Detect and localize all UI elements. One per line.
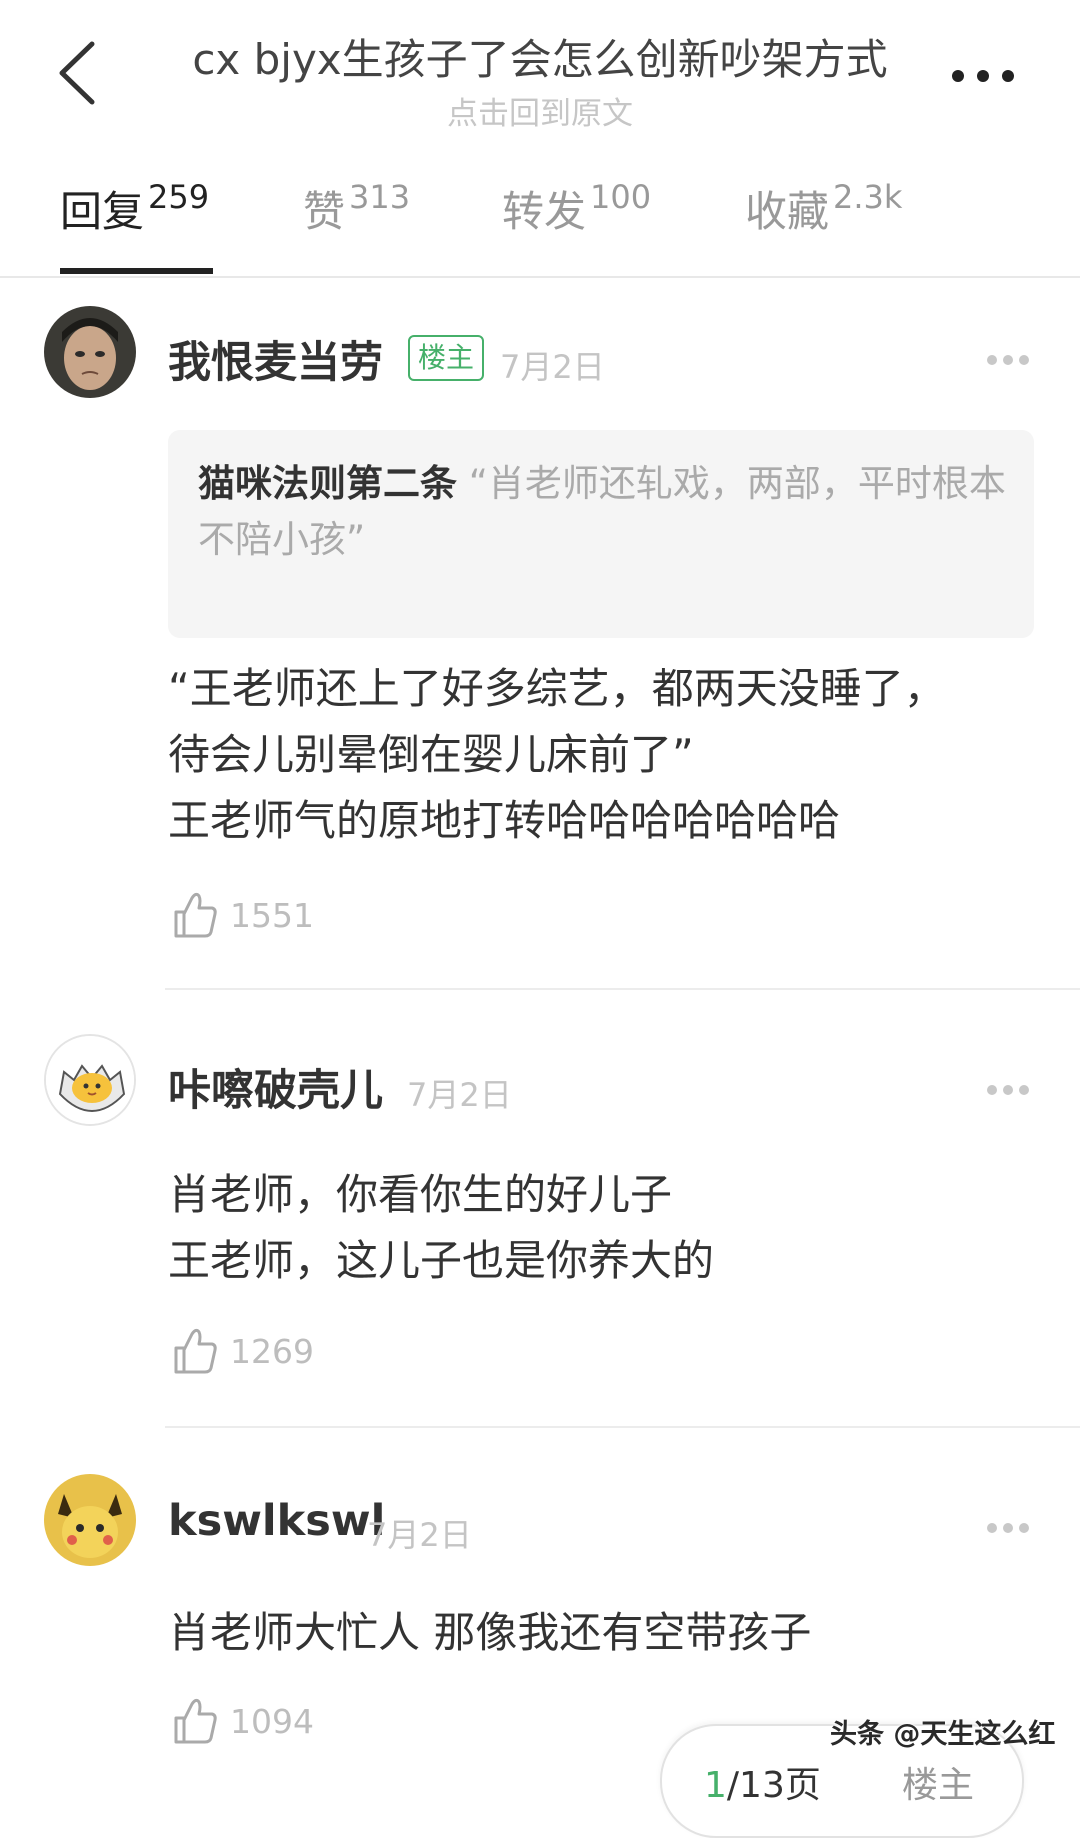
more-dots-icon (987, 355, 1029, 365)
comment-line: 肖老师大忙人 那像我还有空带孩子 (168, 1608, 812, 1657)
post-title[interactable]: cx bjyx生孩子了会怎么创新吵架方式 (150, 26, 930, 87)
tab-bar: 回复 259 赞 313 转发 100 收藏 2.3k (0, 150, 1080, 278)
comment-body: 肖老师，你看你生的好儿子 王老师，这儿子也是你养大的 (168, 1162, 1048, 1294)
more-options-button[interactable] (948, 56, 1018, 96)
avatar-image (44, 306, 136, 398)
more-dots-icon (952, 70, 1014, 82)
tab-label: 回复 (60, 187, 145, 236)
active-tab-indicator (60, 268, 213, 274)
like-button[interactable]: 1551 (172, 890, 314, 946)
op-only-filter[interactable]: 楼主 (902, 1756, 974, 1808)
comment-line: 待会儿别晕倒在婴儿床前了” (168, 730, 694, 779)
like-button[interactable]: 1094 (172, 1696, 314, 1752)
tab-replies[interactable]: 回复 259 (60, 178, 209, 248)
tab-label: 收藏 (745, 187, 830, 236)
like-count: 1551 (230, 895, 314, 935)
divider (165, 1426, 1080, 1428)
thumbs-up-icon (174, 1698, 217, 1744)
top-bar: cx bjyx生孩子了会怎么创新吵架方式 点击回到原文 (0, 0, 1080, 140)
like-count: 1094 (230, 1701, 314, 1741)
tab-likes[interactable]: 赞 313 (303, 178, 410, 248)
tab-reposts[interactable]: 转发 100 (502, 178, 651, 248)
comment-item: 我恨麦当劳 楼主 7月2日 猫咪法则第二条 “肖老师还轧戏，两部，平时根本不陪小… (0, 300, 1080, 990)
comment-more-button[interactable] (985, 1520, 1031, 1536)
comment-line: 王老师气的原地打转哈哈哈哈哈哈哈 (168, 796, 841, 845)
comment-date: 7月2日 (407, 1076, 512, 1114)
comment-more-button[interactable] (985, 352, 1031, 368)
divider (165, 988, 1080, 990)
username[interactable]: 咔嚓破壳儿 (168, 1056, 383, 1118)
tab-label: 赞 (303, 187, 346, 236)
back-arrow-icon (59, 41, 95, 105)
comment-body: 肖老师大忙人 那像我还有空带孩子 (168, 1600, 1048, 1666)
tab-count: 2.3k (833, 178, 903, 216)
tab-count: 259 (148, 178, 210, 216)
page-indicator[interactable]: 1/13页 (704, 1756, 821, 1808)
quoted-reply-text: 猫咪法则第二条 “肖老师还轧戏，两部，平时根本不陪小孩” (198, 456, 1018, 568)
current-page: 1 (704, 1765, 727, 1806)
avatar[interactable] (44, 306, 136, 398)
back-button[interactable] (52, 38, 112, 108)
tab-favorites[interactable]: 收藏 2.3k (745, 178, 902, 248)
username[interactable]: 我恨麦当劳 (168, 328, 383, 390)
comment-line: “王老师还上了好多综艺，都两天没睡了， (168, 664, 946, 713)
avatar-image (46, 1036, 134, 1124)
tab-count: 313 (349, 178, 411, 216)
more-dots-icon (987, 1523, 1029, 1533)
avatar[interactable] (44, 1034, 136, 1126)
op-badge: 楼主 (408, 335, 485, 381)
quoted-reply[interactable]: 猫咪法则第二条 “肖老师还轧戏，两部，平时根本不陪小孩” (168, 430, 1034, 638)
comment-line: 王老师，这儿子也是你养大的 (168, 1236, 715, 1285)
comment-date: 7月2日 (500, 348, 605, 386)
total-pages: /13页 (726, 1765, 821, 1806)
more-dots-icon (987, 1085, 1029, 1095)
thumbs-up-icon (174, 1328, 217, 1374)
quoted-author[interactable]: 猫咪法则第二条 (198, 462, 457, 505)
like-button[interactable]: 1269 (172, 1326, 314, 1382)
tab-label: 转发 (502, 187, 587, 236)
like-count: 1269 (230, 1331, 314, 1371)
comment-item: 咔嚓破壳儿 7月2日 肖老师，你看你生的好儿子 王老师，这儿子也是你养大的 12… (0, 1030, 1080, 1430)
comment-line: 肖老师，你看你生的好儿子 (168, 1170, 673, 1219)
username[interactable]: kswlkswl (168, 1496, 385, 1546)
back-to-original-link[interactable]: 点击回到原文 (150, 88, 930, 133)
comment-date: 7月2日 (367, 1516, 472, 1554)
avatar[interactable] (44, 1474, 136, 1566)
watermark: 头条 @天生这么红 (830, 1719, 1056, 1750)
avatar-image (44, 1474, 136, 1566)
tab-count: 100 (590, 178, 652, 216)
comment-more-button[interactable] (985, 1082, 1031, 1098)
comment-body: “王老师还上了好多综艺，都两天没睡了， 待会儿别晕倒在婴儿床前了” 王老师气的原… (168, 656, 1048, 854)
thumbs-up-icon (174, 892, 217, 938)
